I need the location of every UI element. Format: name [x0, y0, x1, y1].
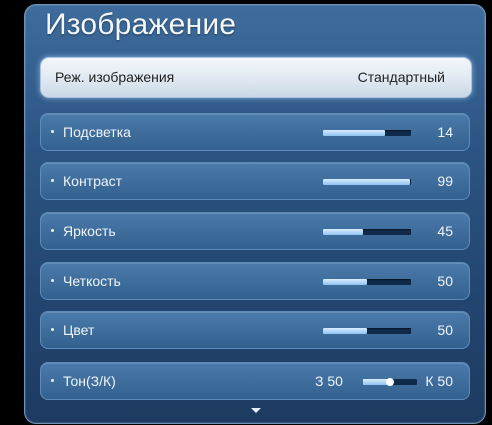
setting-value: 50 [437, 322, 453, 338]
setting-value: 45 [437, 223, 453, 239]
bullet-icon [51, 379, 54, 382]
setting-row-brightness[interactable]: Яркость 45 [40, 212, 470, 250]
slider-fill [323, 328, 367, 334]
setting-value: 99 [437, 173, 453, 189]
setting-slider[interactable] [323, 229, 411, 235]
picture-mode-label: Реж. изображения [55, 69, 175, 85]
tint-slider[interactable] [363, 378, 417, 386]
setting-row-tint[interactable]: Тон(З/К) З 50 К 50 [40, 362, 470, 400]
setting-label: Контраст [63, 173, 123, 189]
setting-label: Подсветка [63, 124, 131, 140]
slider-fill [323, 130, 385, 136]
bullet-icon [51, 229, 54, 232]
setting-row-color[interactable]: Цвет 50 [40, 311, 470, 349]
setting-row-contrast[interactable]: Контраст 99 [40, 162, 470, 200]
setting-slider[interactable] [323, 279, 411, 285]
chevron-down-icon[interactable] [251, 408, 261, 413]
bullet-icon [51, 130, 54, 133]
setting-label: Четкость [63, 273, 121, 289]
setting-slider[interactable] [323, 130, 411, 136]
slider-fill [323, 229, 363, 235]
setting-label: Тон(З/К) [63, 373, 116, 389]
bullet-icon [51, 279, 54, 282]
slider-fill [323, 179, 411, 185]
bullet-icon [51, 328, 54, 331]
setting-slider[interactable] [323, 179, 411, 185]
slider-fill [323, 279, 367, 285]
menu-title: Изображение [45, 8, 237, 41]
picture-mode-value: Стандартный [357, 69, 445, 85]
setting-slider[interactable] [323, 328, 411, 334]
tint-green-value: З 50 [315, 373, 343, 389]
setting-value: 50 [437, 273, 453, 289]
setting-label: Цвет [63, 322, 95, 338]
setting-label: Яркость [63, 223, 116, 239]
setting-row-sharpness[interactable]: Четкость 50 [40, 262, 470, 300]
tint-red-value: К 50 [425, 373, 453, 389]
tint-slider-knob[interactable] [386, 378, 394, 386]
setting-row-backlight[interactable]: Подсветка 14 [40, 113, 470, 151]
picture-mode-row[interactable]: Реж. изображения Стандартный [40, 57, 472, 98]
bullet-icon [51, 179, 54, 182]
setting-value: 14 [437, 124, 453, 140]
